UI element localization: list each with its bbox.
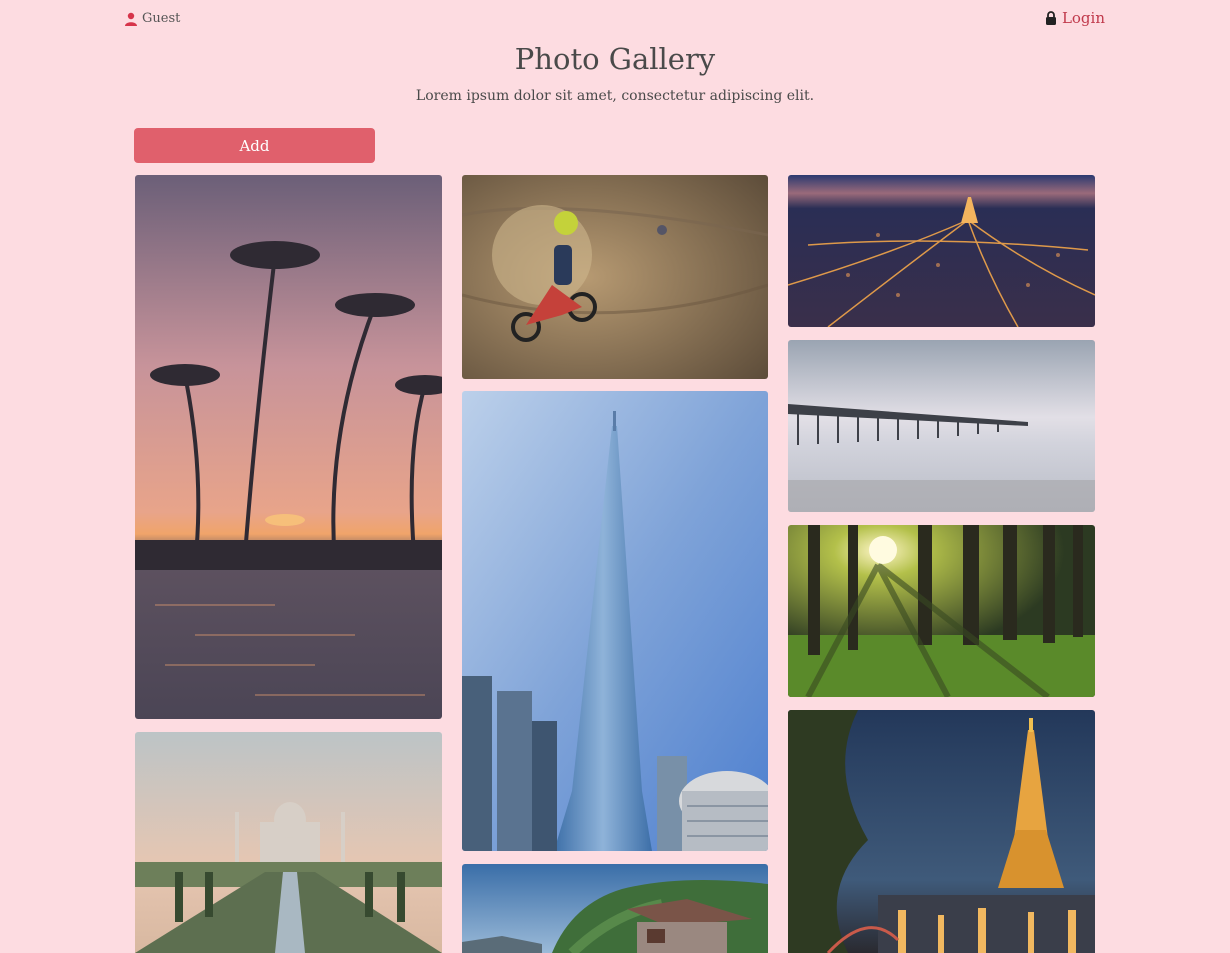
lock-icon (1045, 11, 1057, 25)
login-link[interactable]: Login (1045, 9, 1105, 27)
page-title: Photo Gallery (514, 42, 716, 76)
mountain-cabin-image (462, 864, 768, 953)
gallery-photo-burj-khalifa[interactable] (462, 391, 768, 851)
eiffel-tower-image (788, 710, 1095, 953)
user-status: Guest (124, 11, 180, 26)
paris-night-image (788, 175, 1095, 327)
login-label[interactable]: Login (1062, 9, 1105, 27)
add-button[interactable]: Add (134, 128, 375, 163)
pier-image (788, 340, 1095, 512)
taj-mahal-image (135, 732, 442, 953)
gallery-photo-taj-mahal[interactable] (135, 732, 442, 953)
user-label: Guest (142, 11, 181, 26)
top-bar: Guest Login (0, 0, 1230, 40)
forest-image (788, 525, 1095, 697)
gallery-photo-tropical-sunset[interactable] (135, 175, 442, 719)
gallery-photo-mountain-cabin[interactable] (462, 864, 768, 953)
gallery-photo-pier[interactable] (788, 340, 1095, 512)
burj-khalifa-image (462, 391, 768, 851)
motocross-image (462, 175, 768, 379)
gallery-photo-motocross[interactable] (462, 175, 768, 379)
tropical-sunset-image (135, 175, 442, 719)
gallery-photo-paris-night[interactable] (788, 175, 1095, 327)
gallery-photo-eiffel-tower[interactable] (788, 710, 1095, 953)
gallery-photo-forest[interactable] (788, 525, 1095, 697)
page-subtitle: Lorem ipsum dolor sit amet, consectetur … (415, 88, 815, 104)
user-icon (124, 12, 138, 26)
